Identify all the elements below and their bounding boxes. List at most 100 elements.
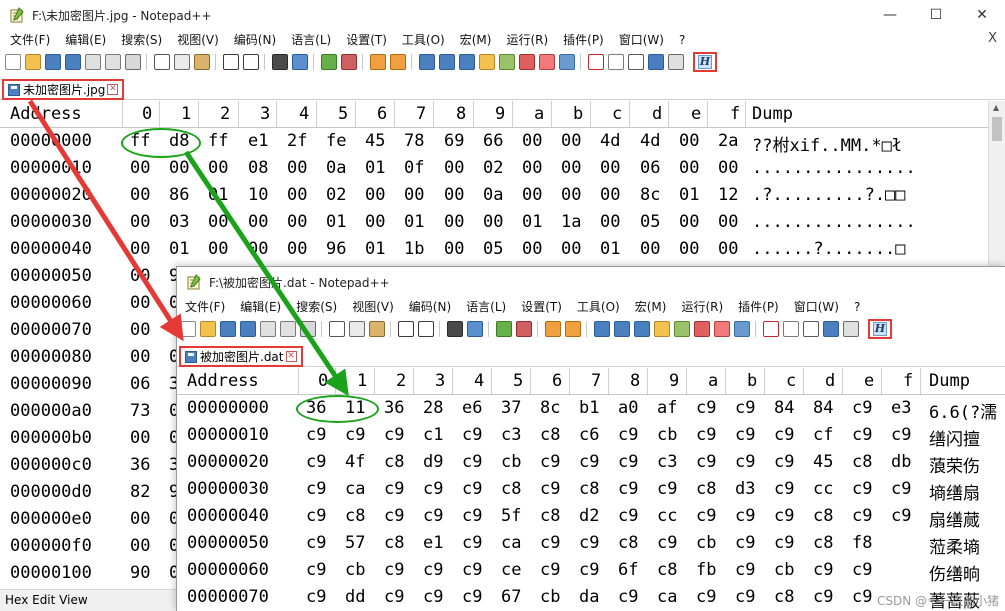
- hex-byte[interactable]: 00: [679, 239, 713, 259]
- hex-byte[interactable]: af: [657, 398, 691, 418]
- hex-byte[interactable]: c9: [657, 479, 691, 499]
- hex-byte[interactable]: c9: [813, 560, 847, 580]
- hex-byte[interactable]: c9: [462, 506, 496, 526]
- menu-item-6[interactable]: 设置(T): [338, 30, 394, 50]
- hex-byte[interactable]: e1: [423, 533, 457, 553]
- hex-byte[interactable]: 82: [130, 482, 164, 502]
- hex-byte[interactable]: 00: [640, 239, 674, 259]
- save-icon[interactable]: [220, 321, 236, 337]
- hex-byte[interactable]: c8: [813, 506, 847, 526]
- hex-byte[interactable]: c9: [306, 506, 340, 526]
- hex-byte[interactable]: 4d: [600, 131, 634, 151]
- hex-byte[interactable]: 28: [423, 398, 457, 418]
- scroll-up-icon[interactable]: ▲: [993, 103, 999, 112]
- hex-byte[interactable]: 01: [679, 185, 713, 205]
- udl-icon[interactable]: [654, 321, 670, 337]
- hex-row[interactable]: 00000030 c9 ca c9 c9 c9 c8 c9 c8 c9 c9 c8 d3 c9 cc c9 c9…: [177, 477, 1005, 504]
- close-icon[interactable]: [85, 54, 101, 70]
- hex-byte[interactable]: 01: [404, 212, 438, 232]
- hex-byte[interactable]: cb: [657, 425, 691, 445]
- save-all-icon[interactable]: [240, 321, 256, 337]
- hex-row[interactable]: 00000020 00 86 01 10 00 02 00 00 00 0a 00 00 00 8c 01 12…: [0, 183, 1005, 210]
- monitor-icon[interactable]: [734, 321, 750, 337]
- hex-byte[interactable]: 00: [130, 320, 164, 340]
- menu-item-3[interactable]: 视图(V): [169, 30, 226, 50]
- menu-item-6[interactable]: 设置(T): [513, 297, 569, 317]
- hex-byte[interactable]: c9: [540, 560, 574, 580]
- sync-h-icon[interactable]: [565, 321, 581, 337]
- hex-byte[interactable]: c6: [579, 425, 613, 445]
- hex-byte[interactable]: 00: [130, 293, 164, 313]
- hex-byte[interactable]: c9: [891, 506, 925, 526]
- hex-byte[interactable]: c9: [774, 479, 808, 499]
- hex-byte[interactable]: c9: [852, 479, 886, 499]
- hex-editor-button[interactable]: H: [866, 317, 894, 341]
- hex-byte[interactable]: 2a: [718, 131, 752, 151]
- hex-byte[interactable]: c9: [306, 452, 340, 472]
- hex-byte[interactable]: 00: [287, 185, 321, 205]
- udl-icon[interactable]: [479, 54, 495, 70]
- hex-byte[interactable]: 00: [248, 239, 282, 259]
- hex-byte[interactable]: 00: [522, 158, 556, 178]
- hex-byte[interactable]: c9: [852, 560, 886, 580]
- hex-byte[interactable]: 00: [444, 158, 478, 178]
- hex-byte[interactable]: 4d: [640, 131, 674, 151]
- hex-byte[interactable]: c9: [735, 425, 769, 445]
- hex-byte[interactable]: c9: [306, 533, 340, 553]
- menu-item-2[interactable]: 搜索(S): [288, 297, 344, 317]
- paste-icon[interactable]: [194, 54, 210, 70]
- hex-byte[interactable]: e1: [248, 131, 282, 151]
- hex-row[interactable]: 00000020 c9 4f c8 d9 c9 cb c9 c9 c9 c3 c9 c9 c9 45 c8 db…: [177, 450, 1005, 477]
- hex-byte[interactable]: 06: [130, 374, 164, 394]
- hex-byte[interactable]: c9: [540, 479, 574, 499]
- hex-byte[interactable]: 1b: [404, 239, 438, 259]
- hex-byte[interactable]: d3: [735, 479, 769, 499]
- hex-byte[interactable]: 6f: [618, 560, 652, 580]
- hex-byte[interactable]: c9: [735, 560, 769, 580]
- hex-byte[interactable]: 00: [561, 158, 595, 178]
- hex-byte[interactable]: c9: [696, 452, 730, 472]
- hex-byte[interactable]: c9: [813, 587, 847, 607]
- hex-byte[interactable]: 02: [483, 158, 517, 178]
- hex-byte[interactable]: 84: [774, 398, 808, 418]
- hex-byte[interactable]: c9: [579, 452, 613, 472]
- hex-byte[interactable]: cc: [813, 479, 847, 499]
- hex-byte[interactable]: cc: [657, 506, 691, 526]
- folder-workspace-icon[interactable]: [714, 321, 730, 337]
- hex-byte[interactable]: 86: [169, 185, 203, 205]
- hex-byte[interactable]: c1: [423, 425, 457, 445]
- hex-byte[interactable]: 45: [813, 452, 847, 472]
- play-macro-icon[interactable]: [803, 321, 819, 337]
- replace-icon[interactable]: [467, 321, 483, 337]
- hex-byte[interactable]: c9: [306, 425, 340, 445]
- save-icon[interactable]: [45, 54, 61, 70]
- hex-byte[interactable]: c9: [618, 506, 652, 526]
- hex-byte[interactable]: 00: [561, 131, 595, 151]
- hex-byte[interactable]: d9: [423, 452, 457, 472]
- hex-byte[interactable]: c3: [501, 425, 535, 445]
- hex-byte[interactable]: 00: [600, 212, 634, 232]
- hex-byte[interactable]: c9: [696, 506, 730, 526]
- menu-item-4[interactable]: 编码(N): [401, 297, 458, 317]
- hex-byte[interactable]: 12: [718, 185, 752, 205]
- hex-byte[interactable]: 01: [600, 239, 634, 259]
- hex-byte[interactable]: 00: [365, 185, 399, 205]
- hex-byte[interactable]: 08: [248, 158, 282, 178]
- all-chars-icon[interactable]: [439, 54, 455, 70]
- menu-item-2[interactable]: 搜索(S): [113, 30, 169, 50]
- save-macro-icon[interactable]: [668, 54, 684, 70]
- hex-byte[interactable]: 00: [287, 212, 321, 232]
- hex-byte[interactable]: c9: [462, 533, 496, 553]
- hex-byte[interactable]: 00: [169, 158, 203, 178]
- close-doc-icon[interactable]: X: [988, 31, 997, 46]
- stop-macro-icon[interactable]: [608, 54, 624, 70]
- hex-byte[interactable]: c9: [423, 479, 457, 499]
- hex-byte[interactable]: c9: [579, 560, 613, 580]
- hex-byte[interactable]: c9: [735, 452, 769, 472]
- hex-byte[interactable]: c9: [345, 425, 379, 445]
- tab-close-icon[interactable]: ✕: [285, 351, 297, 362]
- hex-byte[interactable]: c9: [384, 560, 418, 580]
- hex-byte[interactable]: 57: [345, 533, 379, 553]
- copy-icon[interactable]: [174, 54, 190, 70]
- hex-byte[interactable]: 00: [679, 131, 713, 151]
